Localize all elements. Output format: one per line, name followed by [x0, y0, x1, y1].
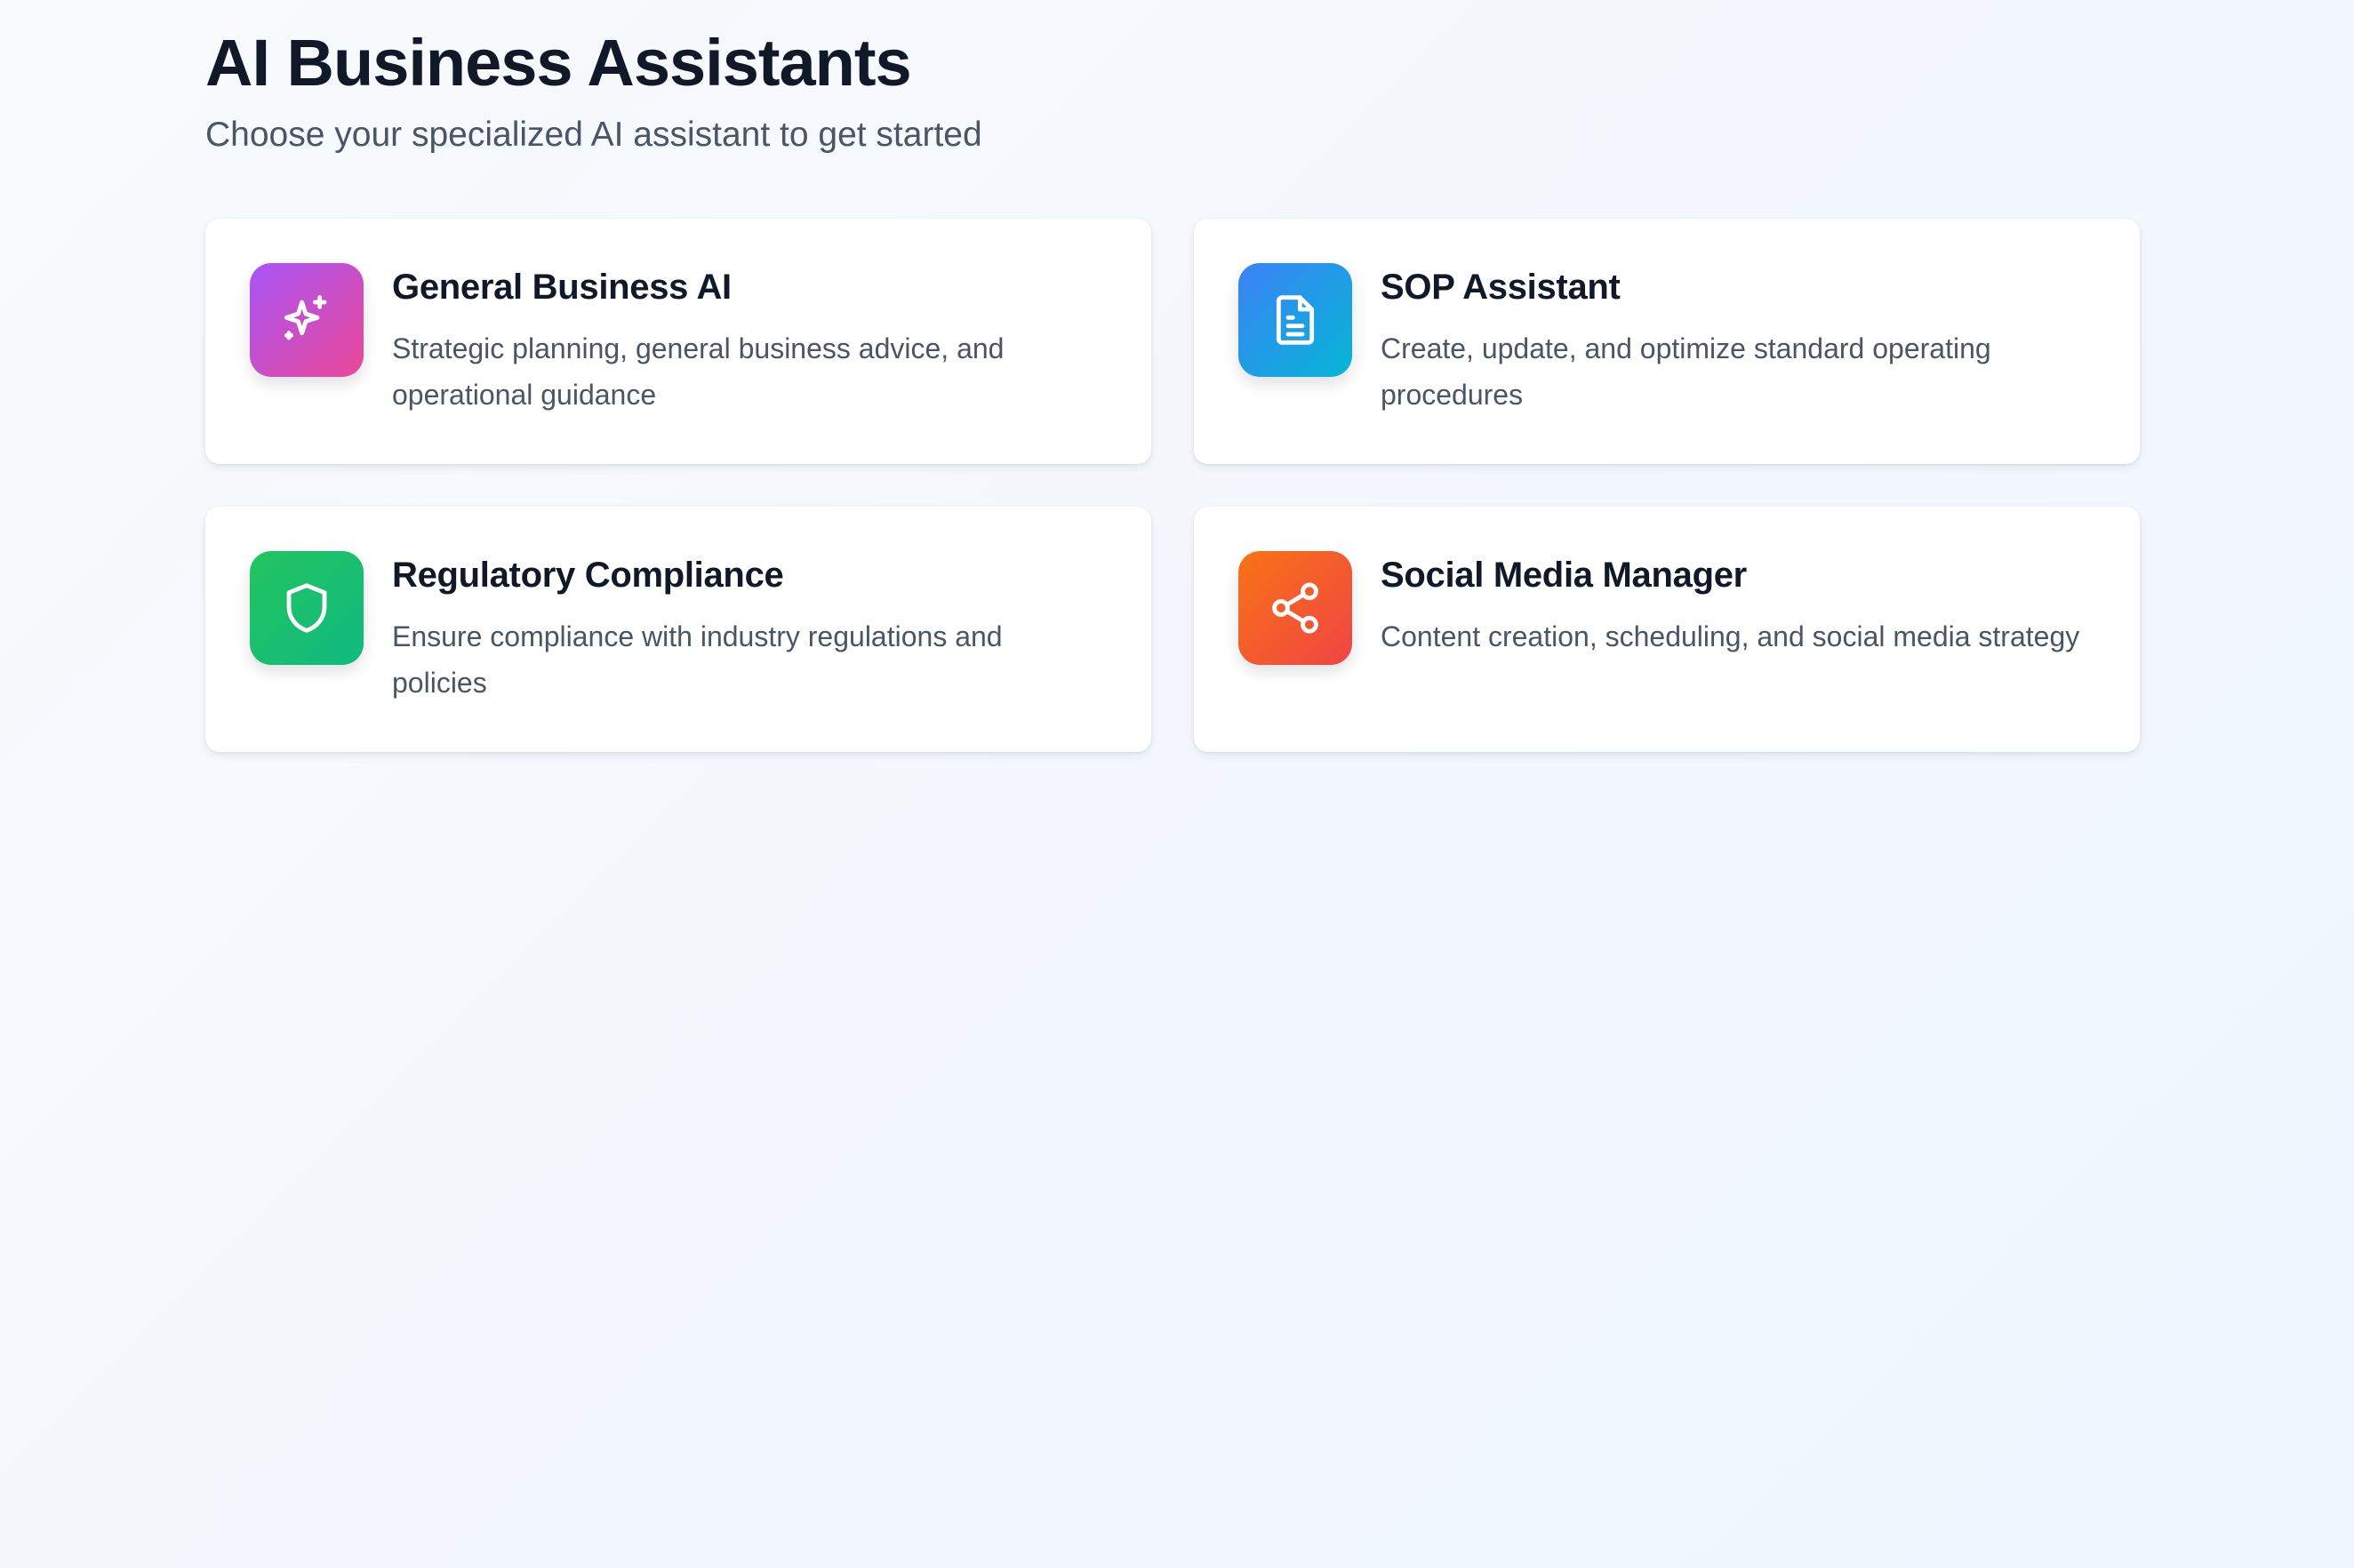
card-description: Create, update, and optimize standard op… [1381, 332, 1991, 411]
assistant-card-social-media[interactable]: Social Media Manager Content creation, s… [1194, 507, 2140, 752]
assistant-card-regulatory-compliance[interactable]: Regulatory Compliance Ensure compliance … [205, 507, 1151, 752]
card-description: Content creation, scheduling, and social… [1381, 620, 2080, 652]
card-text: General Business AI Strategic planning, … [392, 265, 1098, 418]
card-text: Regulatory Compliance Ensure compliance … [392, 553, 1098, 706]
page-title: AI Business Assistants [205, 26, 912, 100]
assistant-card-general-business[interactable]: General Business AI Strategic planning, … [205, 219, 1151, 464]
sparkles-icon [250, 263, 364, 377]
card-title: Regulatory Compliance [392, 556, 784, 595]
assistant-grid: General Business AI Strategic planning, … [205, 219, 2140, 752]
document-icon [1238, 263, 1352, 377]
shield-icon [250, 551, 364, 665]
card-text: Social Media Manager Content creation, s… [1381, 553, 2086, 660]
share-icon [1238, 551, 1352, 665]
page-subtitle: Choose your specialized AI assistant to … [205, 116, 982, 154]
card-description: Strategic planning, general business adv… [392, 332, 1005, 411]
card-description: Ensure compliance with industry regulati… [392, 620, 1003, 699]
card-text: SOP Assistant Create, update, and optimi… [1381, 265, 2086, 418]
card-title: Social Media Manager [1381, 556, 1747, 595]
card-title: General Business AI [392, 268, 732, 307]
assistant-card-sop[interactable]: SOP Assistant Create, update, and optimi… [1194, 219, 2140, 464]
page: AI Business Assistants Choose your speci… [205, 0, 2140, 752]
card-title: SOP Assistant [1381, 268, 1621, 307]
